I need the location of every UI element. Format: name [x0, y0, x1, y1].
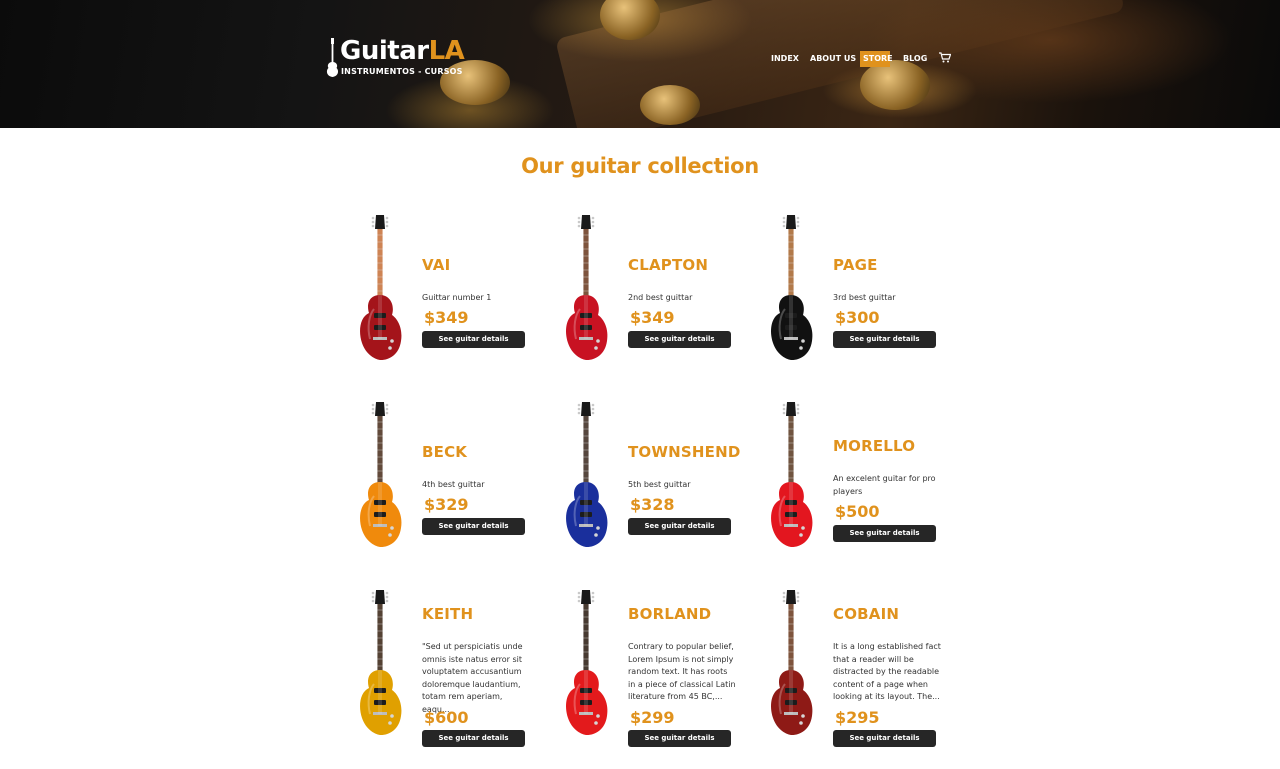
guitar-image	[771, 402, 813, 547]
nav-link-blog[interactable]: BLOG	[903, 51, 927, 67]
guitar-name: KEITH	[422, 605, 474, 623]
guitar-name: PAGE	[833, 256, 878, 274]
guitar-price: $329	[424, 495, 469, 514]
see-guitar-details-button[interactable]: See guitar details	[833, 525, 936, 542]
logo-subtitle: INSTRUMENTOS - CURSOS	[341, 67, 463, 76]
guitar-image	[566, 402, 608, 547]
guitar-card: TOWNSHEND 5th best guittar $328 See guit…	[560, 400, 760, 560]
guitar-card: BORLAND Contrary to popular belief, Lore…	[560, 588, 760, 748]
nav-link-about-us[interactable]: ABOUT US	[810, 51, 856, 67]
guitar-description: Guittar number 1	[422, 293, 492, 302]
guitar-price: $300	[835, 308, 880, 327]
guitar-card: PAGE 3rd best guittar $300 See guitar de…	[765, 213, 965, 373]
see-guitar-details-button[interactable]: See guitar details	[628, 518, 731, 535]
guitar-price: $349	[424, 308, 469, 327]
site-header: GuitarLA INSTRUMENTOS - CURSOS INDEX ABO…	[0, 0, 1280, 128]
shopping-cart-icon[interactable]	[939, 52, 951, 63]
guitar-card: BECK 4th best guittar $329 See guitar de…	[354, 400, 554, 560]
nav-link-store[interactable]: STORE	[860, 51, 893, 67]
guitar-image	[360, 215, 402, 360]
guitar-price: $328	[630, 495, 675, 514]
guitar-name: VAI	[422, 256, 451, 274]
guitar-name: TOWNSHEND	[628, 443, 741, 461]
guitar-description: "Sed ut perspiciatis unde omnis iste nat…	[422, 642, 523, 714]
guitar-price: $600	[424, 708, 469, 727]
see-guitar-details-button[interactable]: See guitar details	[833, 730, 936, 747]
guitar-price: $349	[630, 308, 675, 327]
guitar-card: VAI Guittar number 1 $349 See guitar det…	[354, 213, 554, 373]
guitar-price: $295	[835, 708, 880, 727]
guitar-description: 4th best guittar	[422, 480, 485, 489]
guitar-card: MORELLO An excelent guitar for pro playe…	[765, 400, 965, 560]
guitar-image	[771, 590, 813, 735]
guitar-name: CLAPTON	[628, 256, 709, 274]
tuning-peg-image	[640, 85, 700, 125]
guitar-image	[771, 215, 813, 360]
guitar-description: 3rd best guittar	[833, 293, 896, 302]
nav-link-index[interactable]: INDEX	[771, 51, 799, 67]
see-guitar-details-button[interactable]: See guitar details	[422, 730, 525, 747]
guitar-name: COBAIN	[833, 605, 900, 623]
guitar-description: 5th best guittar	[628, 480, 691, 489]
see-guitar-details-button[interactable]: See guitar details	[422, 331, 525, 348]
guitar-description: It is a long established fact that a rea…	[833, 642, 941, 702]
guitar-description: 2nd best guittar	[628, 293, 693, 302]
guitar-description: An excelent guitar for pro players	[833, 474, 936, 496]
guitar-name: MORELLO	[833, 437, 916, 455]
guitar-card: KEITH "Sed ut perspiciatis unde omnis is…	[354, 588, 554, 748]
guitar-image	[566, 590, 608, 735]
guitar-price: $299	[630, 708, 675, 727]
guitar-image	[360, 402, 402, 547]
guitar-image	[566, 215, 608, 360]
guitar-description: Contrary to popular belief, Lorem Ipsum …	[628, 642, 736, 702]
guitar-card: COBAIN It is a long established fact tha…	[765, 588, 965, 748]
main-navigation: INDEX ABOUT US STORE BLOG	[0, 50, 1280, 68]
guitar-name: BECK	[422, 443, 468, 461]
guitar-name: BORLAND	[628, 605, 712, 623]
guitar-image	[360, 590, 402, 735]
see-guitar-details-button[interactable]: See guitar details	[422, 518, 525, 535]
guitar-price: $500	[835, 502, 880, 521]
see-guitar-details-button[interactable]: See guitar details	[628, 331, 731, 348]
see-guitar-details-button[interactable]: See guitar details	[628, 730, 731, 747]
collection-title: Our guitar collection	[521, 154, 759, 178]
guitar-card: CLAPTON 2nd best guittar $349 See guitar…	[560, 213, 760, 373]
see-guitar-details-button[interactable]: See guitar details	[833, 331, 936, 348]
